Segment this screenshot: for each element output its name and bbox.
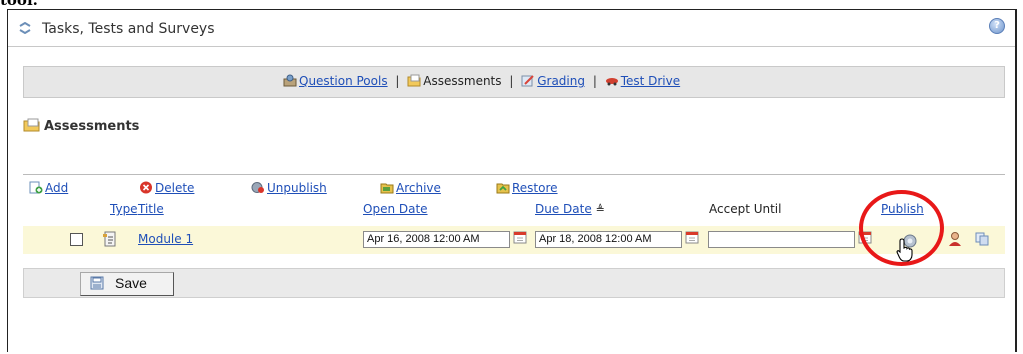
assessment-nav-bar: Question Pools | Assessments | Grading |…: [23, 66, 1005, 98]
delete-icon: [140, 181, 152, 194]
column-type-header[interactable]: Type: [110, 202, 138, 216]
open-date-field[interactable]: Apr 16, 2008 12:00 AM: [363, 231, 510, 248]
assessment-title-link[interactable]: Module 1: [138, 232, 193, 246]
nav-test-drive-link[interactable]: Test Drive: [621, 74, 680, 88]
unpublish-action[interactable]: Unpublish: [251, 181, 327, 195]
assessment-type-icon: [103, 231, 116, 247]
restore-action[interactable]: Restore: [496, 181, 558, 195]
row-select-checkbox[interactable]: [70, 233, 83, 246]
copy-icon[interactable]: [975, 232, 989, 246]
question-pool-icon: [283, 74, 297, 87]
test-drive-icon: [605, 78, 618, 86]
nav-grading-link[interactable]: Grading: [537, 74, 585, 88]
panel-header: Tasks, Tests and Surveys ?: [8, 10, 1015, 47]
add-icon: [29, 181, 43, 194]
delete-link[interactable]: Delete: [155, 181, 194, 195]
calendar-icon[interactable]: [685, 230, 699, 244]
restore-icon: [496, 183, 510, 194]
hand-cursor-icon: [896, 238, 913, 262]
archive-action[interactable]: Archive: [380, 181, 441, 195]
unpublish-icon: [251, 182, 264, 193]
help-glyph: ?: [994, 20, 1000, 31]
footer-bar: Save: [23, 268, 1005, 298]
add-link[interactable]: Add: [45, 181, 68, 195]
save-icon: [90, 276, 104, 290]
panel-title: Tasks, Tests and Surveys: [42, 21, 215, 37]
nav-separator: |: [395, 74, 400, 88]
save-button-label: Save: [115, 275, 147, 291]
tasks-tests-surveys-panel: Tasks, Tests and Surveys ? Question Pool…: [7, 9, 1017, 352]
refresh-icon[interactable]: [18, 22, 32, 34]
due-date-field[interactable]: Apr 18, 2008 12:00 AM: [535, 231, 682, 248]
column-title-header[interactable]: Title: [138, 202, 164, 216]
table-header-row: Type Title Open Date Due Date ≜ Accept U…: [23, 198, 1005, 222]
table-row: Module 1 Apr 16, 2008 12:00 AM Apr 18, 2…: [23, 226, 1005, 254]
help-icon[interactable]: ?: [989, 18, 1005, 34]
delete-action[interactable]: Delete: [139, 181, 194, 195]
user-icon[interactable]: [948, 231, 962, 247]
nav-assessments-current: Assessments: [423, 74, 502, 88]
accept-until-field[interactable]: [708, 231, 855, 248]
grading-icon: [521, 75, 534, 87]
sort-indicator-icon: ≜: [595, 203, 605, 216]
archive-icon: [380, 183, 394, 194]
column-due-date-header[interactable]: Due Date ≜: [535, 202, 605, 216]
restore-link[interactable]: Restore: [512, 181, 558, 195]
column-due-date-label[interactable]: Due Date: [535, 202, 592, 216]
column-open-date-header[interactable]: Open Date: [363, 202, 428, 216]
action-toolbar: Add Delete Unpublish Archive Restore: [23, 174, 1005, 199]
section-title-label: Assessments: [44, 119, 140, 134]
column-accept-until-header: Accept Until: [709, 202, 782, 216]
nav-separator: |: [509, 74, 514, 88]
add-action[interactable]: Add: [29, 181, 68, 195]
assessments-folder-icon: [23, 118, 40, 132]
assessments-folder-icon: [407, 74, 421, 87]
nav-question-pools-link[interactable]: Question Pools: [299, 74, 388, 88]
nav-separator: |: [592, 74, 597, 88]
cropped-heading-text: tool.: [0, 0, 38, 9]
save-button[interactable]: Save: [80, 272, 174, 296]
archive-link[interactable]: Archive: [396, 181, 441, 195]
calendar-icon[interactable]: [513, 230, 527, 244]
unpublish-link[interactable]: Unpublish: [267, 181, 327, 195]
section-title: Assessments: [23, 118, 139, 134]
